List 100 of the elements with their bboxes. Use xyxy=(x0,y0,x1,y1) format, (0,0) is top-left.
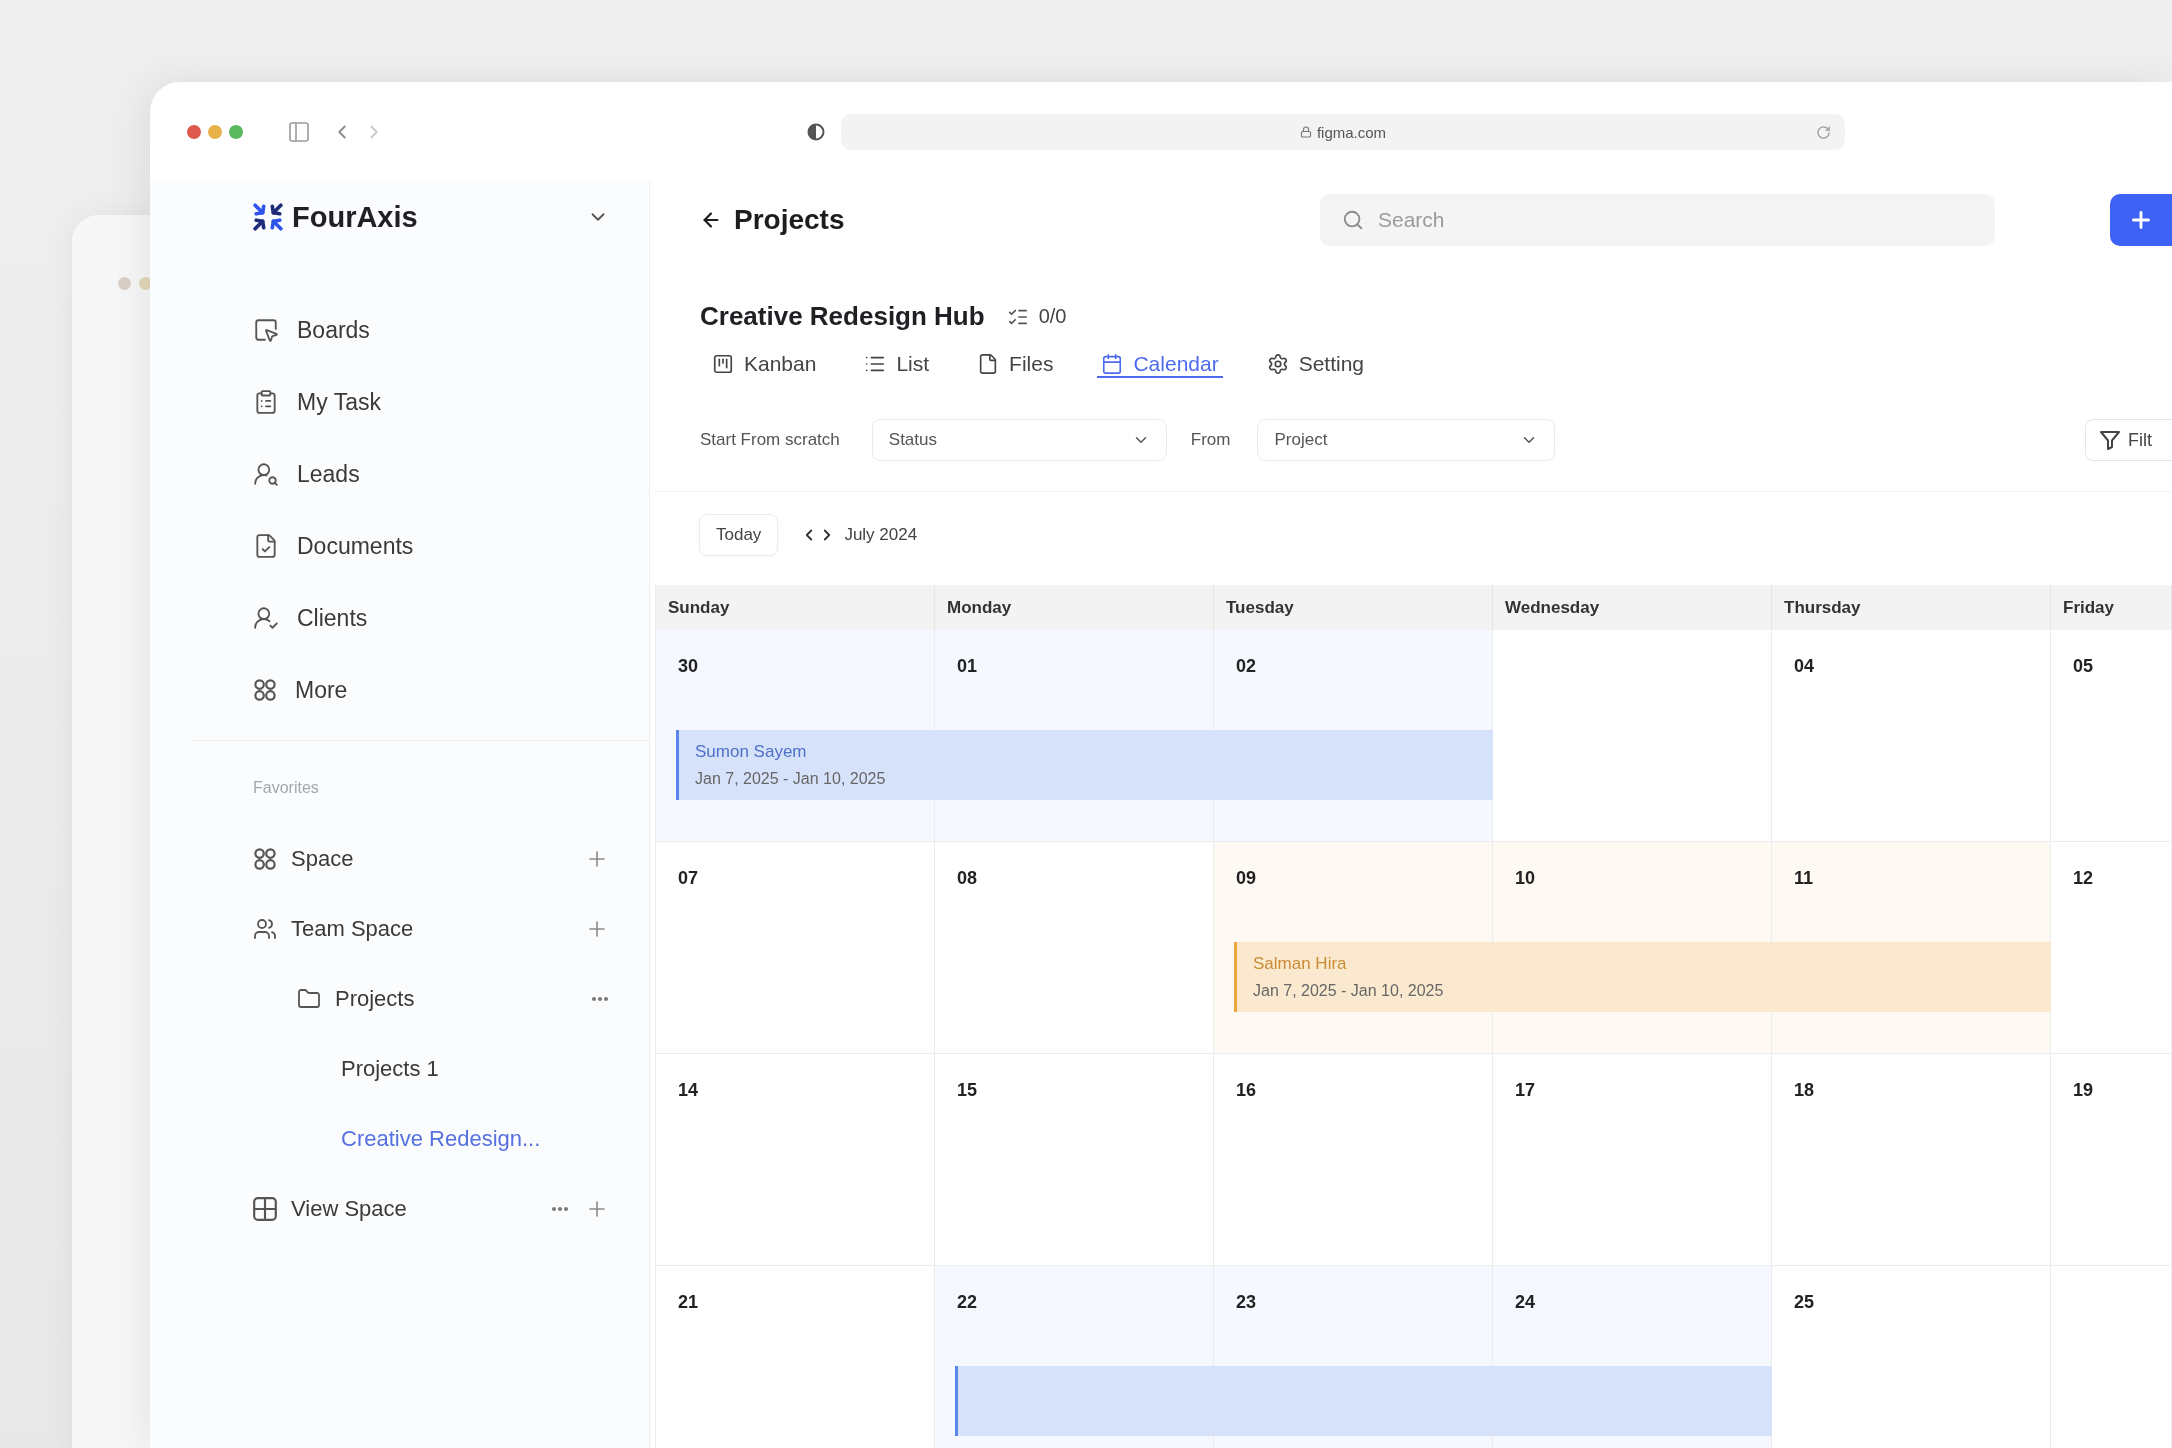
nav-item[interactable]: Clients xyxy=(253,582,609,654)
more-icon[interactable] xyxy=(551,1206,569,1212)
reload-icon[interactable] xyxy=(1816,124,1831,140)
day-cell[interactable]: 08 xyxy=(935,842,1214,1054)
day-number: 12 xyxy=(2073,868,2094,888)
day-cell[interactable]: 16 xyxy=(1214,1054,1493,1266)
folder-icon xyxy=(297,987,321,1011)
day-number: 07 xyxy=(678,868,699,888)
nav-item[interactable]: Leads xyxy=(253,438,609,510)
filter-label: Start From scratch xyxy=(700,430,840,450)
half-circle-icon[interactable] xyxy=(807,123,825,141)
day-cell[interactable]: 07 xyxy=(656,842,935,1054)
square-pointer-icon xyxy=(253,317,279,343)
window-dot-icon xyxy=(118,277,131,290)
today-button[interactable]: Today xyxy=(699,514,779,556)
back-link[interactable]: Projects xyxy=(700,204,845,236)
day-number: 08 xyxy=(957,868,978,888)
day-cell[interactable]: 04 xyxy=(1772,630,2051,842)
file-check-icon xyxy=(253,533,279,559)
sidebar-toggle-icon[interactable] xyxy=(287,120,311,144)
lock-icon xyxy=(1299,126,1312,138)
event-bar[interactable]: Salman Hira Jan 7, 2025 - Jan 10, 2025 xyxy=(1234,942,2051,1012)
event-name: Sumon Sayem xyxy=(695,742,808,762)
day-number: 09 xyxy=(1236,868,1257,888)
day-number: 14 xyxy=(678,1080,699,1100)
tree-item[interactable]: Team Space xyxy=(253,916,414,942)
circles-grid-icon xyxy=(253,847,277,871)
settings-icon xyxy=(1266,353,1289,375)
tab[interactable]: Kanban xyxy=(708,352,821,378)
status-dropdown[interactable]: Status xyxy=(871,419,1167,461)
tree-item[interactable]: Projects xyxy=(297,986,415,1012)
filter-button[interactable]: Filt xyxy=(2085,419,2172,461)
day-cell[interactable]: 19 xyxy=(2051,1054,2172,1266)
search-icon xyxy=(1342,209,1364,231)
day-cell[interactable]: 17 xyxy=(1493,1054,1772,1266)
day-cell[interactable]: 05 xyxy=(2051,630,2172,842)
day-cell[interactable]: 12 xyxy=(2051,842,2172,1054)
tab[interactable]: List xyxy=(860,352,934,378)
tab[interactable]: Files xyxy=(973,352,1058,378)
circles-grid-icon xyxy=(253,678,277,702)
user-search-icon xyxy=(253,461,279,487)
day-cell[interactable]: 14 xyxy=(656,1054,935,1266)
month-label: July 2024 xyxy=(844,525,918,545)
tree-item[interactable]: View Space xyxy=(253,1196,407,1222)
day-number: 05 xyxy=(2073,656,2094,676)
day-cell[interactable]: 21 xyxy=(656,1266,935,1448)
day-number: 02 xyxy=(1236,656,1257,676)
filter-icon xyxy=(2100,430,2120,450)
add-button[interactable] xyxy=(2110,194,2172,246)
user-check-icon xyxy=(253,605,279,631)
event-name: Salman Hira xyxy=(1253,954,1348,974)
users-icon xyxy=(253,917,277,941)
day-number: 11 xyxy=(1794,868,1814,888)
clipboard-icon xyxy=(253,389,279,415)
day-number: 17 xyxy=(1515,1080,1536,1100)
day-number: 18 xyxy=(1794,1080,1815,1100)
day-number: 23 xyxy=(1236,1292,1257,1312)
tab[interactable]: Calendar xyxy=(1097,352,1223,378)
nav-item[interactable]: My Task xyxy=(253,366,609,438)
table-icon xyxy=(253,1197,277,1221)
day-number: 30 xyxy=(678,656,699,676)
calendar-icon xyxy=(1101,353,1124,375)
day-cell[interactable] xyxy=(1493,630,1772,842)
nav-item[interactable]: More xyxy=(253,654,609,726)
close-window-icon[interactable] xyxy=(187,125,201,139)
tab[interactable]: Setting xyxy=(1262,352,1369,378)
progress-count: 0/0 xyxy=(1038,305,1067,328)
tree-item[interactable]: Creative Redesign... xyxy=(341,1126,541,1152)
event-bar[interactable]: Sumon Sayem Jan 7, 2025 - Jan 10, 2025 xyxy=(676,730,1493,800)
tree-item[interactable]: Projects 1 xyxy=(341,1056,439,1082)
day-number: 16 xyxy=(1236,1080,1257,1100)
search-bar[interactable]: Search xyxy=(1320,194,1995,246)
day-number: 21 xyxy=(678,1292,699,1312)
minimize-window-icon[interactable] xyxy=(208,125,222,139)
url-text: figma.com xyxy=(1316,123,1387,141)
day-number: 22 xyxy=(957,1292,978,1312)
day-number: 04 xyxy=(1794,656,1815,676)
day-number: 24 xyxy=(1515,1292,1536,1312)
tree-item[interactable]: Space xyxy=(253,846,354,872)
zoom-window-icon[interactable] xyxy=(229,125,243,139)
day-number: 01 xyxy=(957,656,978,676)
event-dates: Jan 7, 2025 - Jan 10, 2025 xyxy=(1253,982,1445,1000)
nav-item[interactable]: Boards xyxy=(253,294,609,366)
logo-icon xyxy=(253,202,283,232)
project-dropdown[interactable]: Project xyxy=(1257,419,1556,461)
section-title: Favorites xyxy=(253,778,320,798)
day-cell[interactable]: 25 xyxy=(1772,1266,2051,1448)
brand-name: FourAxis xyxy=(292,200,418,234)
day-number: 19 xyxy=(2073,1080,2094,1100)
filter-label: From xyxy=(1190,430,1231,450)
event-dates: Jan 7, 2025 - Jan 10, 2025 xyxy=(695,770,887,788)
address-bar[interactable]: figma.com xyxy=(841,114,1845,150)
day-number: 15 xyxy=(957,1080,978,1100)
nav-item[interactable]: Documents xyxy=(253,510,609,582)
day-number: 10 xyxy=(1515,868,1536,888)
day-cell[interactable]: 18 xyxy=(1772,1054,2051,1266)
more-icon[interactable] xyxy=(591,996,609,1002)
search-input[interactable]: Search xyxy=(1378,203,1973,237)
day-cell[interactable]: 15 xyxy=(935,1054,1214,1266)
kanban-icon xyxy=(712,353,734,375)
